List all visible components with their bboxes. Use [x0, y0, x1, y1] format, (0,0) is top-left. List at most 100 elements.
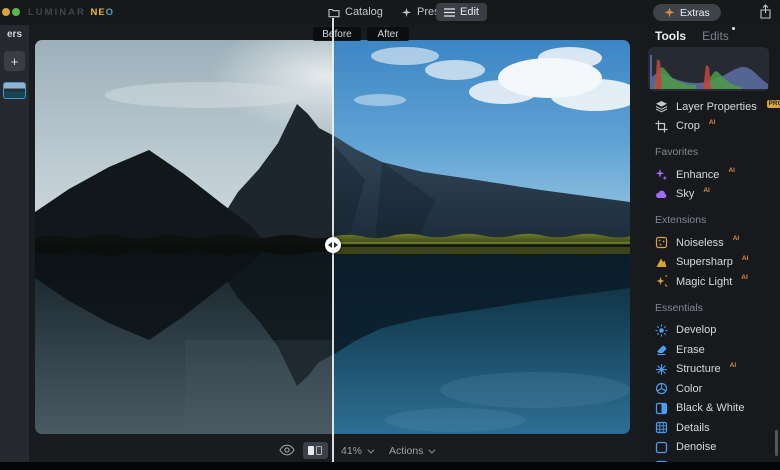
tool-item-label: Layer Properties: [676, 100, 757, 113]
edit-menu-icon: [444, 7, 455, 17]
layer-thumbnail-selected[interactable]: [3, 82, 26, 99]
tool-item-label: Denoise: [676, 441, 717, 454]
tool-item-black-white[interactable]: Black & White: [655, 399, 777, 419]
tool-list: Layer Properties PRO Crop AI Favorites Enhanc…: [655, 97, 780, 470]
ai-superscript: AI: [741, 274, 748, 282]
magiclight-icon: [655, 275, 668, 288]
sky-icon: [655, 188, 668, 201]
ai-superscript: AI: [741, 254, 749, 262]
zoom-level-value: 41%: [341, 445, 363, 457]
presets-wand-icon: [401, 7, 412, 18]
tool-item-crop[interactable]: Crop AI: [655, 117, 777, 137]
pro-badge: PRO: [766, 99, 780, 108]
split-slider-handle[interactable]: [325, 237, 341, 253]
histogram-panel[interactable]: [648, 47, 769, 91]
tool-item-denoise[interactable]: Denoise: [655, 438, 777, 458]
tool-item-erase[interactable]: Erase: [655, 340, 777, 360]
layers-icon: [655, 100, 668, 113]
before-label-chip: Before: [313, 27, 361, 41]
window-zoom-dot[interactable]: [12, 8, 20, 16]
compare-view-toggle[interactable]: [303, 442, 328, 459]
bw-icon: [655, 402, 668, 415]
tool-item-noiseless[interactable]: Noiseless AI: [655, 233, 777, 253]
ai-superscript: AI: [703, 186, 710, 194]
sidebar-tabs: Tools Edits: [655, 27, 735, 43]
details-icon: [655, 421, 668, 434]
color-icon: [655, 382, 668, 395]
add-layer-button[interactable]: +: [4, 51, 25, 71]
edit-canvas-area: Before After: [29, 18, 640, 462]
tool-item-label: Structure: [676, 363, 721, 376]
ai-superscript: AI: [732, 235, 740, 243]
tool-item-label: Noiseless: [676, 236, 724, 249]
luminar-neo-window: LUMINAR NEO Catalog Presets Edit Extras: [0, 0, 780, 470]
slider-left-arrow-icon: [328, 242, 332, 248]
ai-superscript: AI: [728, 167, 735, 175]
tool-item-sky[interactable]: Sky AI: [655, 185, 777, 205]
extras-sparkle-icon: [664, 7, 675, 18]
tool-item-label: Details: [676, 421, 710, 434]
tool-item-color[interactable]: Color: [655, 379, 777, 399]
tool-item-magic-light[interactable]: Magic Light AI: [655, 272, 777, 292]
tab-edit[interactable]: Edit: [436, 3, 487, 21]
edits-notification-dot: [731, 27, 735, 30]
top-bar: LUMINAR NEO Catalog Presets Edit Extras: [0, 0, 780, 25]
tool-item-enhance[interactable]: Enhance AI: [655, 165, 777, 185]
layers-panel-title-partial: ers: [7, 29, 23, 40]
tool-item-label: Erase: [676, 343, 705, 356]
share-icon[interactable]: [759, 4, 772, 20]
folder-icon: [328, 7, 340, 18]
viewer-toolbar: 41% Actions: [29, 440, 640, 462]
tool-item-label: Sky: [676, 188, 695, 201]
tool-item-develop[interactable]: Develop: [655, 321, 777, 341]
chevron-down-icon: [428, 446, 436, 454]
tool-item-details[interactable]: Details: [655, 418, 777, 438]
after-label-chip: After: [367, 27, 409, 41]
tools-sidebar: Tools Edits Layer Properties PRO Crop AI Fav…: [640, 25, 780, 470]
sidebar-scrollbar[interactable]: [775, 430, 778, 456]
tab-tools[interactable]: Tools: [655, 29, 686, 43]
app-logo-name: LUMINAR: [28, 7, 86, 18]
structure-icon: [655, 363, 668, 376]
tool-item-label: Enhance: [676, 168, 720, 181]
tab-edits-label: Edits: [702, 29, 729, 43]
section-header-extensions: Extensions: [655, 214, 707, 226]
tool-item-label: Crop: [676, 120, 700, 133]
actions-label: Actions: [389, 445, 424, 457]
extras-button[interactable]: Extras: [653, 4, 721, 21]
ai-superscript: AI: [708, 118, 716, 126]
section-header-favorites: Favorites: [655, 146, 699, 158]
section-header-essentials: Essentials: [655, 301, 703, 314]
app-logo: LUMINAR NEO: [28, 7, 114, 18]
tool-item-label: Supersharp: [676, 256, 733, 269]
tool-item-label: Develop: [676, 324, 717, 337]
before-label: Before: [322, 28, 352, 40]
layers-panel-partial: ers +: [0, 25, 29, 462]
preview-eye-icon[interactable]: [279, 444, 295, 456]
tab-edits[interactable]: Edits: [702, 27, 735, 43]
chevron-down-icon: [367, 446, 375, 454]
after-label: After: [377, 28, 399, 40]
tab-catalog[interactable]: Catalog: [320, 3, 391, 21]
enhance-icon: [655, 168, 668, 181]
actions-dropdown[interactable]: Actions: [389, 445, 436, 457]
tool-item-layer-properties[interactable]: Layer Properties PRO: [655, 97, 780, 117]
noiseless-icon: [655, 236, 668, 249]
erase-icon: [655, 343, 668, 356]
tool-item-label: Black & White: [676, 402, 745, 415]
tab-catalog-label: Catalog: [345, 6, 383, 18]
compare-icon-left-pane: [308, 446, 314, 455]
tool-item-supersharp[interactable]: Supersharp AI: [655, 253, 777, 273]
slider-right-arrow-icon: [334, 242, 338, 248]
tool-item-structure[interactable]: Structure AI: [655, 360, 777, 380]
compare-icon-right-pane: [316, 446, 322, 455]
develop-icon: [655, 324, 668, 337]
ai-superscript: AI: [729, 361, 737, 369]
app-logo-accent: NEO: [90, 7, 115, 18]
zoom-level-dropdown[interactable]: 41%: [341, 445, 375, 457]
extras-label: Extras: [680, 6, 710, 19]
denoise-icon: [655, 441, 668, 454]
window-minimize-dot[interactable]: [2, 8, 10, 16]
tool-item-label: Color: [676, 382, 703, 395]
tool-item-label: Magic Light: [676, 275, 733, 288]
